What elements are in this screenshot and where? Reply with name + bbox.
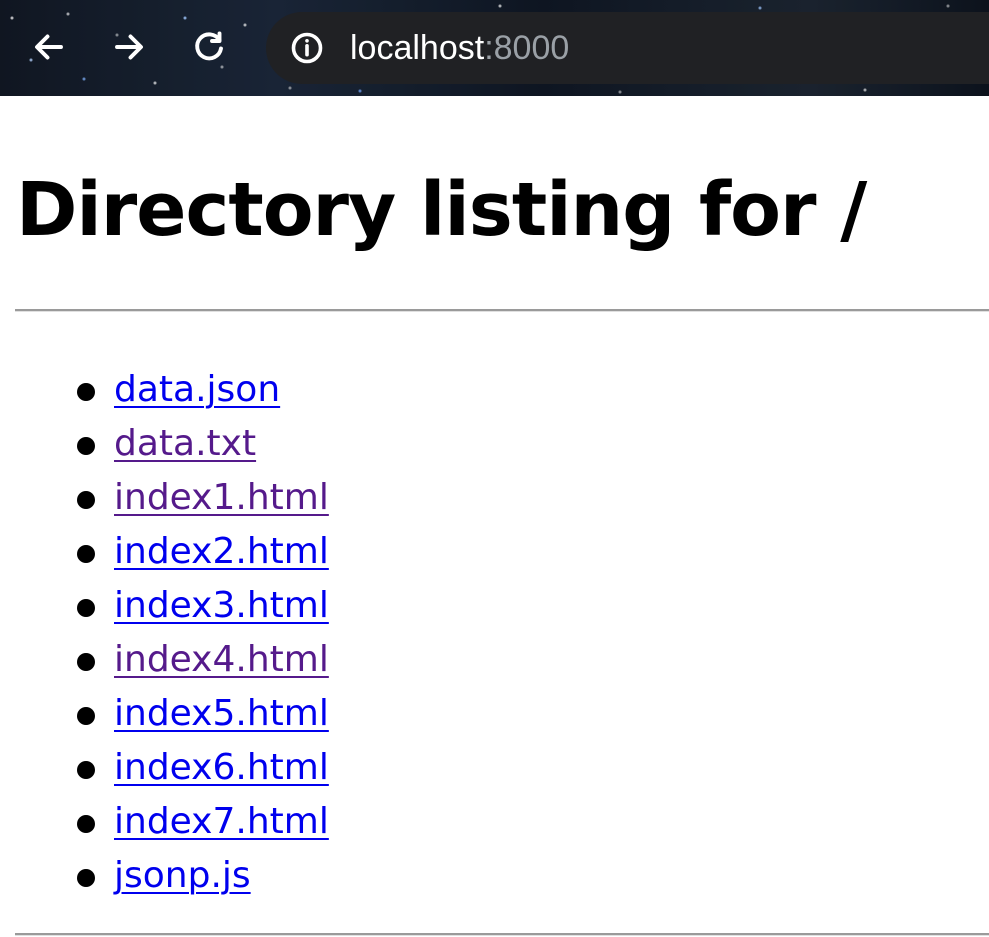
file-list-item-index6-html: index6.html [0,744,989,798]
file-link-index5-html[interactable]: index5.html [114,687,329,741]
top-horizontal-rule [15,309,989,312]
file-list-item-index2-html: index2.html [0,528,989,582]
file-list-item-index7-html: index7.html [0,798,989,852]
file-list: data.json data.txt index1.html index2.ht… [0,366,989,906]
url-port: :8000 [484,29,570,67]
page-title: Directory listing for / [16,167,867,253]
forward-arrow-icon [111,29,147,65]
file-link-data-json[interactable]: data.json [114,363,280,417]
bullet-icon [77,545,95,563]
bullet-icon [77,761,95,779]
file-link-index2-html[interactable]: index2.html [114,525,329,579]
file-list-item-data-txt: data.txt [0,420,989,474]
file-list-item-jsonp-js: jsonp.js [0,852,989,906]
file-list-item-index4-html: index4.html [0,636,989,690]
forward-button[interactable] [106,24,152,70]
info-icon[interactable] [289,30,325,66]
url-host: localhost [350,29,485,67]
file-link-index3-html[interactable]: index3.html [114,579,329,633]
file-link-index7-html[interactable]: index7.html [114,795,329,849]
file-link-index6-html[interactable]: index6.html [114,741,329,795]
file-link-jsonp-js[interactable]: jsonp.js [114,849,251,903]
file-link-data-txt[interactable]: data.txt [114,417,256,471]
file-link-index4-html[interactable]: index4.html [114,633,329,687]
bullet-icon [77,599,95,617]
address-bar[interactable]: localhost:8000 [266,12,989,84]
file-list-item-data-json: data.json [0,366,989,420]
back-arrow-icon [31,29,67,65]
bullet-icon [77,869,95,887]
bullet-icon [77,383,95,401]
bullet-icon [77,653,95,671]
bullet-icon [77,707,95,725]
bottom-horizontal-rule [15,933,989,936]
file-list-item-index3-html: index3.html [0,582,989,636]
directory-page: Directory listing for / data.json data.t… [0,96,989,937]
back-button[interactable] [26,24,72,70]
bullet-icon [77,815,95,833]
reload-icon [191,29,227,65]
reload-button[interactable] [186,24,232,70]
file-link-index1-html[interactable]: index1.html [114,471,329,525]
bullet-icon [77,437,95,455]
url-text[interactable]: localhost:8000 [350,28,569,68]
file-list-item-index1-html: index1.html [0,474,989,528]
bullet-icon [77,491,95,509]
browser-toolbar: localhost:8000 [0,0,989,96]
file-list-item-index5-html: index5.html [0,690,989,744]
